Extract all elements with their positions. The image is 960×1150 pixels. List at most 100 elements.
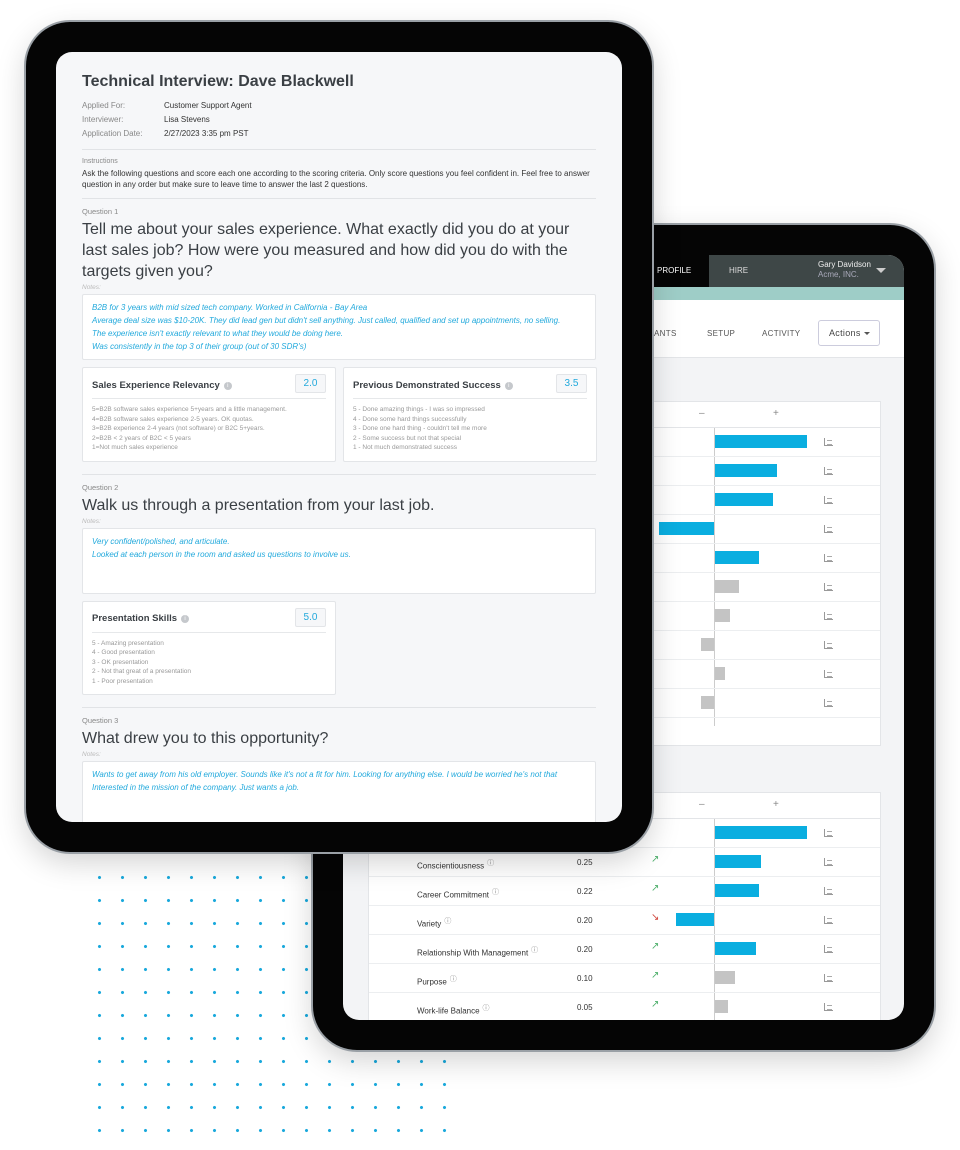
tab-hire[interactable]: HIRE bbox=[729, 255, 748, 287]
question-text: What drew you to this opportunity? bbox=[82, 730, 329, 747]
notes-field[interactable]: Very confident/polished, and articulate.… bbox=[82, 527, 596, 594]
question-text: Tell me about your sales experience. Wha… bbox=[82, 221, 570, 280]
info-icon[interactable]: ⓘ bbox=[531, 947, 538, 954]
trait-weight: 0.20 bbox=[577, 916, 593, 925]
info-icon[interactable]: i bbox=[504, 381, 513, 390]
info-icon[interactable]: ⓘ bbox=[450, 976, 457, 983]
chart-icon[interactable] bbox=[824, 974, 833, 982]
trait-bar bbox=[715, 667, 726, 680]
trait-weight: 0.25 bbox=[577, 858, 593, 867]
instructions-text: Ask the following questions and score ea… bbox=[82, 169, 590, 189]
trait-label: Relationship With Management ⓘ bbox=[417, 945, 538, 958]
chart-icon[interactable] bbox=[824, 1003, 833, 1011]
info-icon[interactable]: ⓘ bbox=[483, 1005, 490, 1012]
trait-row: Purpose ⓘ 0.10 ↗ bbox=[369, 964, 880, 993]
question-label: Question 2 bbox=[82, 482, 119, 492]
trait-bar bbox=[715, 493, 773, 506]
subnav-activity[interactable]: ACTIVITY bbox=[762, 329, 800, 338]
notes-label: Notes: bbox=[82, 284, 101, 291]
info-icon[interactable]: ⓘ bbox=[487, 860, 494, 867]
criteria-line: 5=B2B software sales experience 5+years … bbox=[92, 406, 287, 413]
notes-field[interactable]: Wants to get away from his old employer.… bbox=[82, 761, 596, 822]
trait-label: Purpose ⓘ bbox=[417, 974, 457, 987]
axis-minus: – bbox=[699, 408, 705, 419]
meta-label: Applied For: bbox=[82, 101, 126, 110]
trait-row: Career Commitment ⓘ 0.22 ↗ bbox=[369, 877, 880, 906]
criteria-line: 2=B2B < 2 years of B2C < 5 years bbox=[92, 434, 191, 442]
note-line: Was consistently in the top 3 of their g… bbox=[92, 342, 307, 351]
trait-bar bbox=[715, 551, 760, 564]
chart-icon[interactable] bbox=[824, 554, 833, 562]
chart-icon[interactable] bbox=[824, 525, 833, 533]
criteria-line: 1 - Not much demonstrated success bbox=[353, 444, 458, 451]
info-icon[interactable]: i bbox=[181, 615, 190, 623]
subnav-participants[interactable]: PANTS bbox=[649, 329, 677, 338]
score-input[interactable]: 3.5 bbox=[556, 374, 587, 393]
divider bbox=[82, 473, 596, 475]
info-icon[interactable]: ⓘ bbox=[492, 889, 499, 896]
note-line: Very confident/polished, and articulate. bbox=[92, 536, 230, 546]
score-title: Sales Experience Relevancy bbox=[92, 379, 220, 391]
trait-label: Career Commitment ⓘ bbox=[417, 887, 499, 900]
notes-field[interactable]: B2B for 3 years with mid sized tech comp… bbox=[82, 294, 596, 360]
trait-bar bbox=[658, 522, 714, 535]
chart-icon[interactable] bbox=[824, 670, 833, 678]
score-title: Presentation Skills bbox=[92, 613, 178, 624]
chart-icon[interactable] bbox=[824, 641, 833, 649]
chart-icon[interactable] bbox=[824, 916, 833, 924]
note-line: Looked at each person in the room and as… bbox=[92, 549, 351, 559]
actions-label: Actions bbox=[829, 328, 861, 338]
score-card: Presentation Skills i 5.0 5 - Amazing prese… bbox=[82, 600, 336, 695]
chart-icon[interactable] bbox=[824, 945, 833, 953]
trait-weight: 0.22 bbox=[577, 887, 593, 896]
chart-icon[interactable] bbox=[824, 887, 833, 895]
actions-dropdown[interactable]: Actions bbox=[818, 320, 880, 346]
chart-icon[interactable] bbox=[824, 496, 833, 504]
divider bbox=[82, 149, 596, 150]
trait-bar bbox=[715, 435, 807, 448]
trait-name: Work-life Balance bbox=[417, 1006, 480, 1016]
info-icon[interactable]: i bbox=[223, 381, 232, 390]
chart-icon[interactable] bbox=[824, 467, 833, 475]
trait-bar bbox=[715, 826, 807, 839]
chart-icon[interactable] bbox=[824, 829, 833, 837]
trait-weight: 0.05 bbox=[577, 1003, 593, 1012]
caret-down-icon[interactable] bbox=[876, 268, 886, 273]
trait-bar bbox=[715, 942, 757, 955]
criteria-line: 1=Not much sales experience bbox=[92, 444, 178, 451]
chart-icon[interactable] bbox=[824, 699, 833, 707]
chart-icon[interactable] bbox=[824, 612, 833, 620]
chart-icon[interactable] bbox=[824, 583, 833, 591]
criteria-line: 1 - Poor presentation bbox=[92, 677, 153, 685]
criteria-line: 3 - Done one hard thing - couldn't tell … bbox=[353, 425, 487, 432]
criteria-line: 4 - Done some hard things successfully bbox=[353, 415, 467, 423]
note-line: Wants to get away from his old employer.… bbox=[92, 770, 558, 779]
score-input[interactable]: 5.0 bbox=[295, 607, 326, 627]
trait-row: Work-life Balance ⓘ 0.05 ↗ bbox=[369, 993, 880, 1020]
subnav-setup[interactable]: SETUP bbox=[707, 329, 735, 338]
trait-bar bbox=[715, 884, 760, 897]
note-line: Average deal size was $10-20K. They did … bbox=[92, 316, 561, 325]
trait-name: Purpose bbox=[417, 977, 447, 987]
user-name: Gary Davidson bbox=[818, 260, 871, 269]
instructions-label: Instructions bbox=[82, 158, 118, 165]
page-title: Technical Interview: Dave Blackwell bbox=[82, 73, 354, 90]
question-block: Question 2 Walk us through a presentatio… bbox=[82, 482, 596, 708]
info-icon[interactable]: ⓘ bbox=[444, 918, 451, 925]
trait-bar bbox=[715, 464, 777, 477]
trait-bar bbox=[701, 638, 714, 651]
question-text: Walk us through a presentation from your… bbox=[82, 496, 435, 514]
criteria-line: 2 - Some success but not that special bbox=[353, 434, 462, 442]
trait-weight: 0.20 bbox=[577, 945, 593, 954]
trait-bar bbox=[715, 609, 730, 622]
meta-value: Customer Support Agent bbox=[164, 101, 252, 110]
trait-label: Conscientiousness ⓘ bbox=[417, 858, 494, 871]
criteria-line: 2 - Not that great of a presentation bbox=[92, 668, 192, 675]
user-menu[interactable]: Gary Davidson Acme, INC. bbox=[818, 260, 871, 280]
chart-icon[interactable] bbox=[824, 438, 833, 446]
trait-bar bbox=[701, 696, 714, 709]
notes-label: Notes: bbox=[82, 751, 101, 758]
score-input[interactable]: 2.0 bbox=[295, 374, 326, 393]
chart-icon[interactable] bbox=[824, 858, 833, 866]
trait-name: Relationship With Management bbox=[417, 948, 529, 958]
